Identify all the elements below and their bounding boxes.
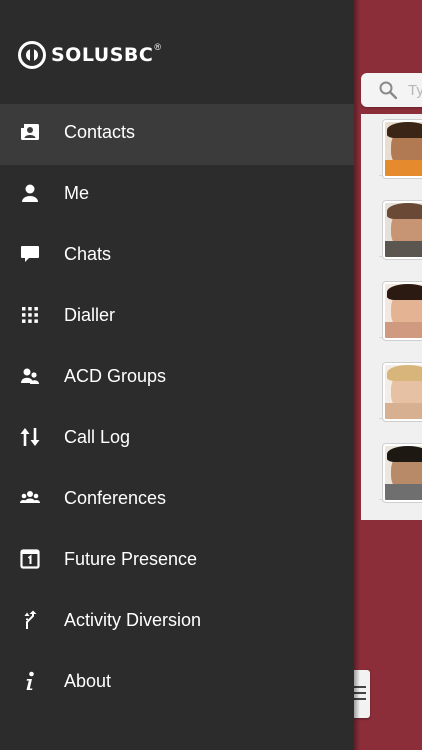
contact-row[interactable] <box>379 276 422 340</box>
avatar <box>383 282 422 340</box>
logo-icon <box>18 41 46 69</box>
menu-item-label: Dialler <box>64 305 116 325</box>
contact-row[interactable] <box>379 195 422 259</box>
menu-item-call-log[interactable]: Call Log <box>0 409 354 470</box>
diversion-arrow-icon <box>24 610 37 629</box>
info-icon <box>26 671 34 690</box>
menu-item-label: Future Presence <box>64 549 198 569</box>
search-placeholder: Ty <box>408 82 422 99</box>
menu-item-label: Contacts <box>64 122 136 142</box>
menu-item-about[interactable]: About <box>0 653 354 714</box>
contact-row[interactable] <box>379 438 422 502</box>
avatar <box>383 201 422 259</box>
contact-search-bar[interactable]: Ty <box>361 73 422 107</box>
person-icon <box>22 184 38 202</box>
avatar <box>383 363 422 421</box>
contacts-icon <box>21 124 39 140</box>
calendar-icon <box>20 549 40 569</box>
contact-row[interactable] <box>379 114 422 178</box>
chat-bubble-icon <box>21 246 39 262</box>
menu-item-label: Call Log <box>64 427 131 447</box>
drawer-menu: Contacts Me Chats Dialler ACD Groups Cal… <box>0 104 354 714</box>
conference-icon <box>20 491 40 503</box>
drawer-shadow <box>354 0 360 750</box>
brand-name: SOLUSBC <box>51 44 154 66</box>
menu-item-contacts[interactable]: Contacts <box>0 104 354 165</box>
registered-mark: ® <box>154 42 161 52</box>
menu-item-label: Me <box>64 183 90 203</box>
menu-item-conferences[interactable]: Conferences <box>0 470 354 531</box>
menu-item-label: Chats <box>64 244 112 264</box>
menu-item-me[interactable]: Me <box>0 165 354 226</box>
search-icon <box>379 81 397 99</box>
avatar <box>383 444 422 502</box>
avatar <box>383 120 422 178</box>
menu-item-label: About <box>64 671 112 691</box>
menu-item-acd-groups[interactable]: ACD Groups <box>0 348 354 409</box>
call-log-arrows-icon <box>20 428 40 446</box>
menu-item-future-presence[interactable]: Future Presence <box>0 531 354 592</box>
menu-item-label: Activity Diversion <box>64 610 202 630</box>
contact-row[interactable] <box>379 357 422 421</box>
acd-group-icon <box>21 368 39 384</box>
navigation-drawer: SOLUSBC ® Contacts Me Chats Dialler ACD … <box>0 0 354 750</box>
menu-item-label: Conferences <box>64 488 167 508</box>
menu-item-label: ACD Groups <box>64 366 167 386</box>
brand-logo: SOLUSBC ® <box>18 40 161 70</box>
menu-item-activity-diversion[interactable]: Activity Diversion <box>0 592 354 653</box>
menu-item-chats[interactable]: Chats <box>0 226 354 287</box>
contact-list <box>361 114 422 520</box>
keypad-icon <box>22 307 38 323</box>
menu-item-dialler[interactable]: Dialler <box>0 287 354 348</box>
